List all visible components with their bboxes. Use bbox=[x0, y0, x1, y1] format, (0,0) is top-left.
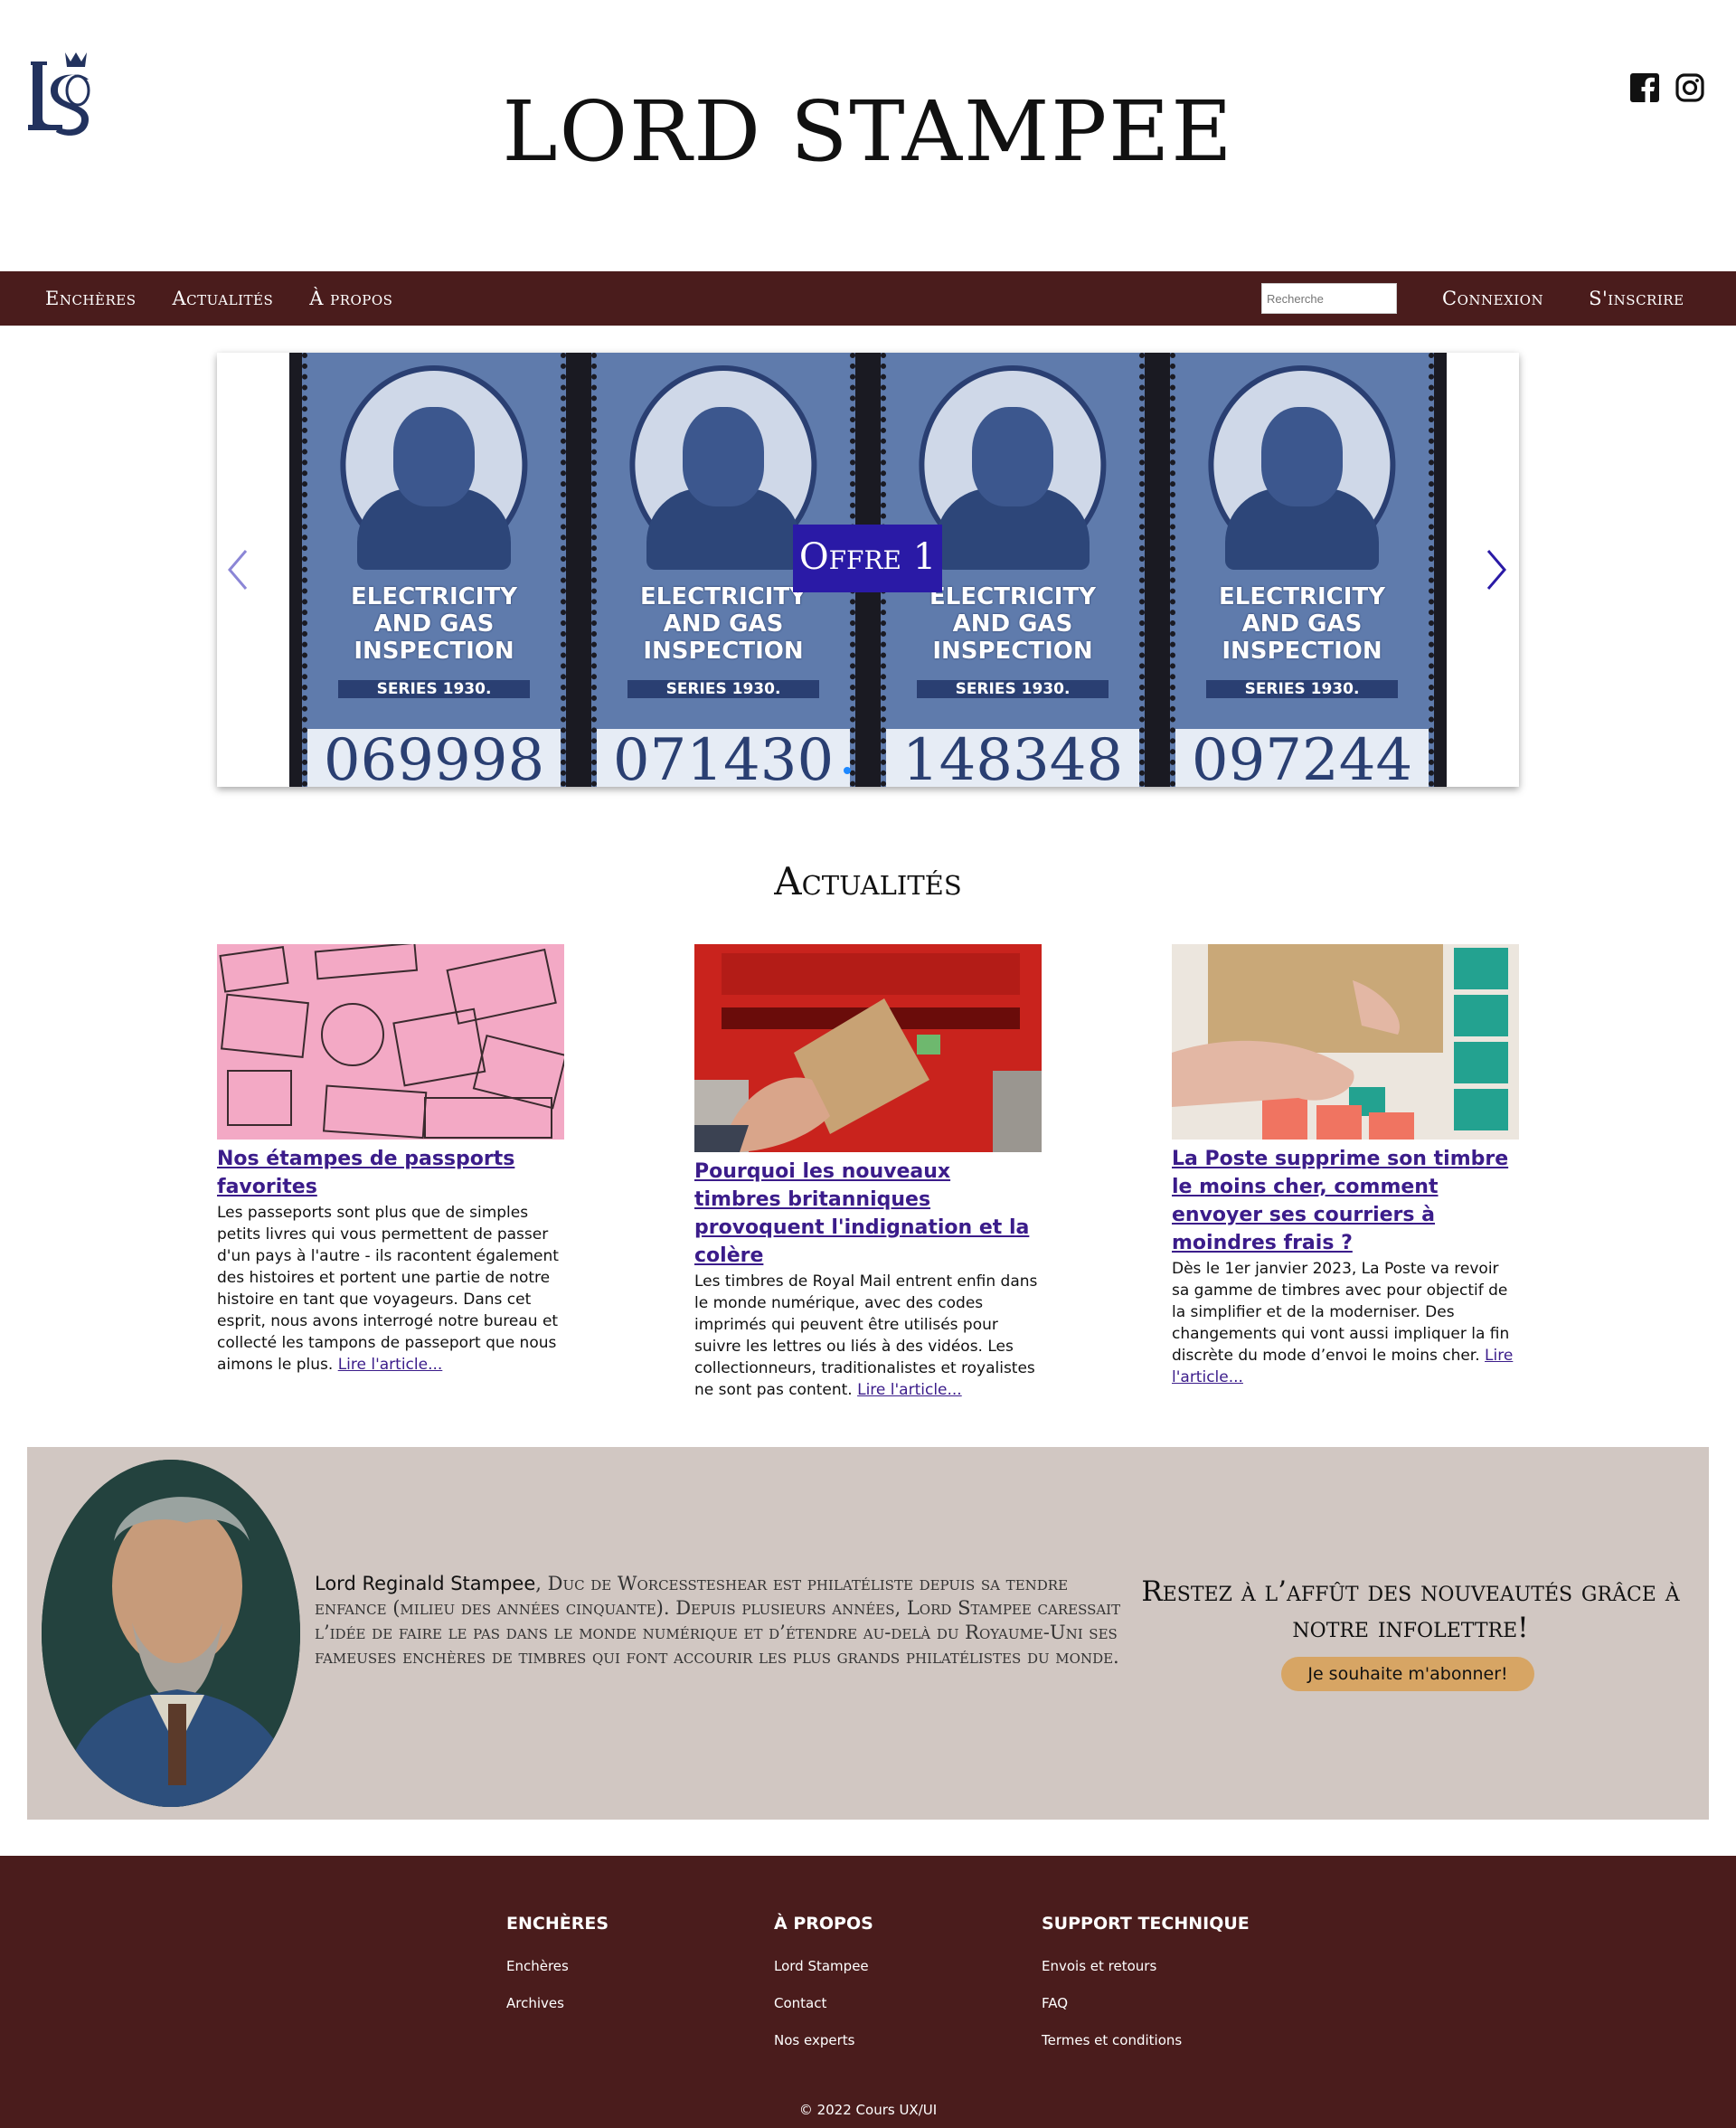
subscribe-button[interactable]: Je souhaite m'abonner! bbox=[1281, 1657, 1534, 1691]
facebook-icon[interactable] bbox=[1629, 72, 1660, 103]
chevron-right-icon[interactable] bbox=[1483, 547, 1510, 592]
stamp-text: ELECTRICITY AND GAS INSPECTION bbox=[351, 583, 517, 665]
stamp-number: 069998 bbox=[307, 729, 561, 787]
lord-stampee-portrait bbox=[42, 1460, 300, 1807]
news-card: Nos étampes de passports favorites Les p… bbox=[217, 944, 564, 1376]
stamp-number: 071430 bbox=[597, 729, 850, 787]
news-section-title: Actualités bbox=[774, 859, 962, 903]
signup-link[interactable]: S'inscrire bbox=[1589, 288, 1684, 309]
stamp-series: SERIES 1930. bbox=[627, 680, 820, 698]
article-headline-link[interactable]: La Poste supprime son timbre le moins ch… bbox=[1172, 1145, 1519, 1257]
stamp-image: ELECTRICITY AND GAS INSPECTION SERIES 1930… bbox=[302, 353, 566, 787]
stamp-number: 097244 bbox=[1175, 729, 1429, 787]
newsletter-heading: Restez à l’affût des nouveautés grâce à … bbox=[1141, 1575, 1680, 1644]
footer-link[interactable]: Contact bbox=[774, 1994, 873, 2012]
nav-right-group: Connexion S'inscrire bbox=[1442, 271, 1684, 326]
copyright-text: © 2022 Cours UX/UI bbox=[798, 2102, 938, 2118]
article-excerpt: Dès le 1er janvier 2023, La Poste va rev… bbox=[1172, 1260, 1514, 1386]
article-headline-link[interactable]: Pourquoi les nouveaux timbres britanniqu… bbox=[694, 1158, 1042, 1270]
article-headline-link[interactable]: Nos étampes de passports favorites bbox=[217, 1145, 564, 1201]
offer-caption[interactable]: Offre 1 bbox=[793, 525, 942, 592]
search-input[interactable] bbox=[1261, 283, 1397, 314]
footer-column-a-propos: À PROPOS Lord Stampee Contact Nos expert… bbox=[774, 1914, 873, 2068]
stamp-portrait-head bbox=[393, 407, 475, 506]
stamp-portrait-head bbox=[683, 407, 764, 506]
bio-text: Lord Reginald Stampee, Duc de Worcesstes… bbox=[315, 1573, 1121, 1668]
read-more-link[interactable]: Lire l'article... bbox=[338, 1356, 443, 1374]
about-band: Lord Reginald Stampee, Duc de Worcesstes… bbox=[27, 1447, 1709, 1820]
site-title: LORD STAMPEE bbox=[502, 83, 1234, 180]
stamp-text: ELECTRICITY AND GAS INSPECTION bbox=[1219, 583, 1385, 665]
news-card: Pourquoi les nouveaux timbres britanniqu… bbox=[694, 944, 1042, 1401]
footer-link[interactable]: Lord Stampee bbox=[774, 1957, 873, 1975]
site-header: LORD STAMPEE bbox=[0, 0, 1736, 271]
stamp-number: 148348 bbox=[886, 729, 1139, 787]
stamp-series: SERIES 1930. bbox=[1205, 680, 1399, 698]
footer-link[interactable]: Nos experts bbox=[774, 2031, 873, 2049]
login-link[interactable]: Connexion bbox=[1442, 288, 1543, 309]
site-footer: ENCHÈRES Enchères Archives À PROPOS Lord… bbox=[0, 1856, 1736, 2128]
footer-link[interactable]: Archives bbox=[506, 1994, 609, 2012]
carousel-indicator-dot[interactable] bbox=[844, 767, 851, 774]
main-nav: Enchères Actualités À propos Connexion S… bbox=[0, 271, 1736, 326]
chevron-left-icon[interactable] bbox=[224, 547, 251, 592]
read-more-link[interactable]: Lire l'article... bbox=[857, 1381, 962, 1399]
footer-column-title: À PROPOS bbox=[774, 1914, 873, 1934]
stamp-portrait-head bbox=[1261, 407, 1343, 506]
post-box-image bbox=[694, 944, 1042, 1152]
article-excerpt: Les passeports sont plus que de simples … bbox=[217, 1204, 559, 1374]
stamp-portrait-head bbox=[972, 407, 1053, 506]
footer-column-title: SUPPORT TECHNIQUE bbox=[1042, 1914, 1250, 1934]
nav-left-group: Enchères Actualités À propos bbox=[45, 271, 392, 326]
footer-column-encheres: ENCHÈRES Enchères Archives bbox=[506, 1914, 609, 2031]
footer-column-support: SUPPORT TECHNIQUE Envois et retours FAQ … bbox=[1042, 1914, 1250, 2068]
instagram-icon[interactable] bbox=[1675, 72, 1705, 103]
stamp-text: ELECTRICITY AND GAS INSPECTION bbox=[929, 583, 1096, 665]
news-card: La Poste supprime son timbre le moins ch… bbox=[1172, 944, 1519, 1388]
passport-stamps-image bbox=[217, 944, 564, 1140]
stamp-series: SERIES 1930. bbox=[916, 680, 1109, 698]
social-links bbox=[1629, 72, 1705, 103]
footer-link[interactable]: Termes et conditions bbox=[1042, 2031, 1250, 2049]
stamp-image: ELECTRICITY AND GAS INSPECTION SERIES 1930… bbox=[1170, 353, 1434, 787]
la-poste-stamps-image bbox=[1172, 944, 1519, 1140]
footer-column-title: ENCHÈRES bbox=[506, 1914, 609, 1934]
nav-link-a-propos[interactable]: À propos bbox=[309, 288, 392, 309]
footer-link[interactable]: Enchères bbox=[506, 1957, 609, 1975]
footer-link[interactable]: FAQ bbox=[1042, 1994, 1250, 2012]
stamp-series: SERIES 1930. bbox=[337, 680, 531, 698]
stamp-text: ELECTRICITY AND GAS INSPECTION bbox=[640, 583, 807, 665]
nav-link-encheres[interactable]: Enchères bbox=[45, 288, 136, 309]
footer-link[interactable]: Envois et retours bbox=[1042, 1957, 1250, 1975]
nav-link-actualites[interactable]: Actualités bbox=[172, 288, 273, 309]
bio-name: Lord Reginald Stampee bbox=[315, 1573, 536, 1594]
article-excerpt: Les timbres de Royal Mail entrent enfin … bbox=[694, 1272, 1038, 1399]
